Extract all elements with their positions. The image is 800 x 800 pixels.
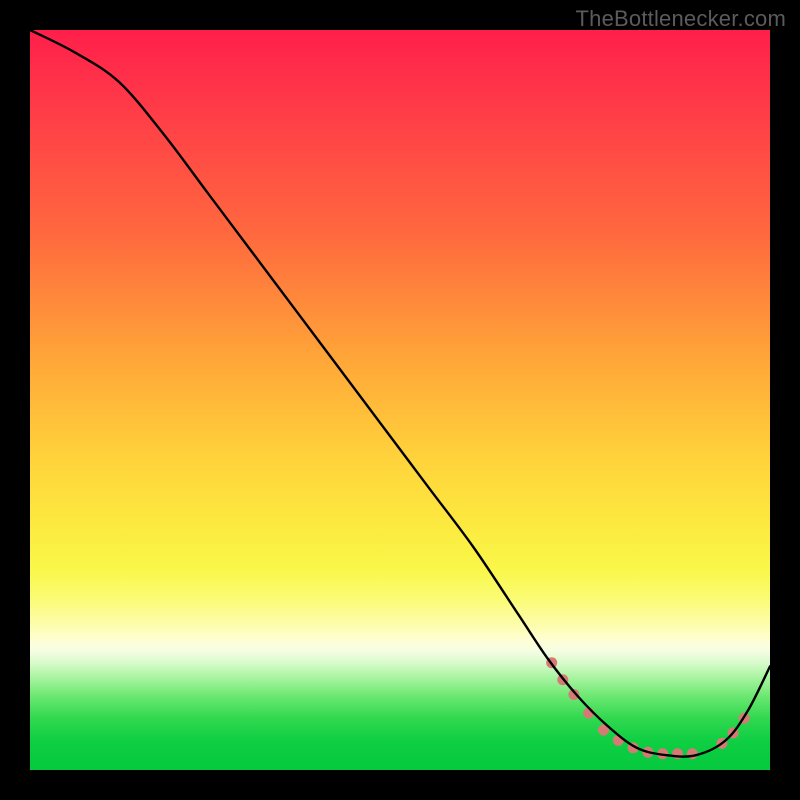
bottleneck-curve — [30, 30, 770, 757]
gradient-plot-area — [30, 30, 770, 770]
marker-dot — [687, 748, 698, 759]
chart-outer: TheBottlenecker.com — [0, 0, 800, 800]
watermark-text: TheBottlenecker.com — [576, 6, 786, 32]
curve-layer — [30, 30, 770, 770]
